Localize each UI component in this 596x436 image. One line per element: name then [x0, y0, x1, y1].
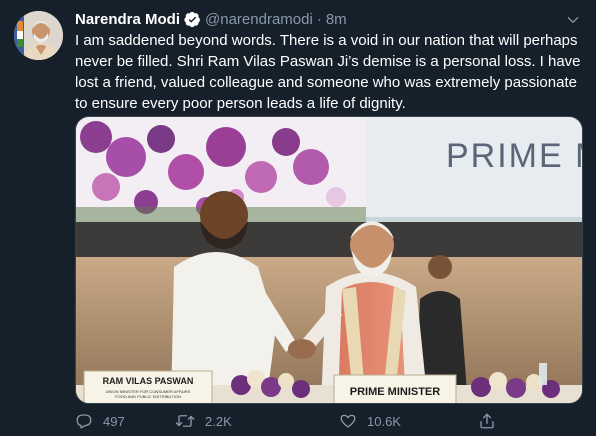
retweet-count: 2.2K — [205, 413, 232, 429]
tweet-photo[interactable]: PRIME MI — [75, 116, 583, 404]
retweet-icon — [175, 415, 195, 427]
backdrop-title: PRIME MI — [446, 137, 583, 175]
verified-badge-icon — [184, 11, 201, 28]
tweet-header: Narendra Modi @narendramodi · 8m — [75, 9, 582, 29]
retweet-button[interactable]: 2.2K — [175, 412, 232, 430]
placard-left-name: RAM VILAS PASWAN — [103, 376, 194, 386]
tweet-timestamp[interactable]: 8m — [326, 11, 347, 28]
separator-dot: · — [316, 10, 322, 28]
heart-icon — [340, 414, 356, 428]
like-button[interactable]: 10.6K — [339, 412, 401, 430]
avatar[interactable] — [14, 11, 63, 60]
tweet-text: I am saddened beyond words. There is a v… — [75, 32, 581, 112]
share-button[interactable] — [478, 412, 496, 430]
author-handle[interactable]: @narendramodi — [205, 11, 313, 28]
tweet-actions: 497 2.2K 10.6K — [75, 410, 505, 434]
placard-right-title: PRIME MINISTER — [350, 386, 441, 398]
placard-right: PRIME MINISTER — [333, 374, 457, 403]
author-name[interactable]: Narendra Modi — [75, 11, 180, 28]
handshake — [288, 339, 316, 359]
reply-button[interactable]: 497 — [75, 412, 125, 430]
reply-count: 497 — [103, 413, 125, 429]
share-icon — [480, 413, 494, 429]
like-count: 10.6K — [367, 413, 401, 429]
chevron-down-icon[interactable] — [564, 11, 582, 29]
placard-left: RAM VILAS PASWAN UNION MINISTER FOR CONS… — [83, 370, 213, 403]
avatar-image — [14, 11, 63, 60]
reply-icon — [76, 414, 92, 429]
placard-left-subtitle-2: FOOD AND PUBLIC DISTRIBUTION — [115, 394, 181, 399]
